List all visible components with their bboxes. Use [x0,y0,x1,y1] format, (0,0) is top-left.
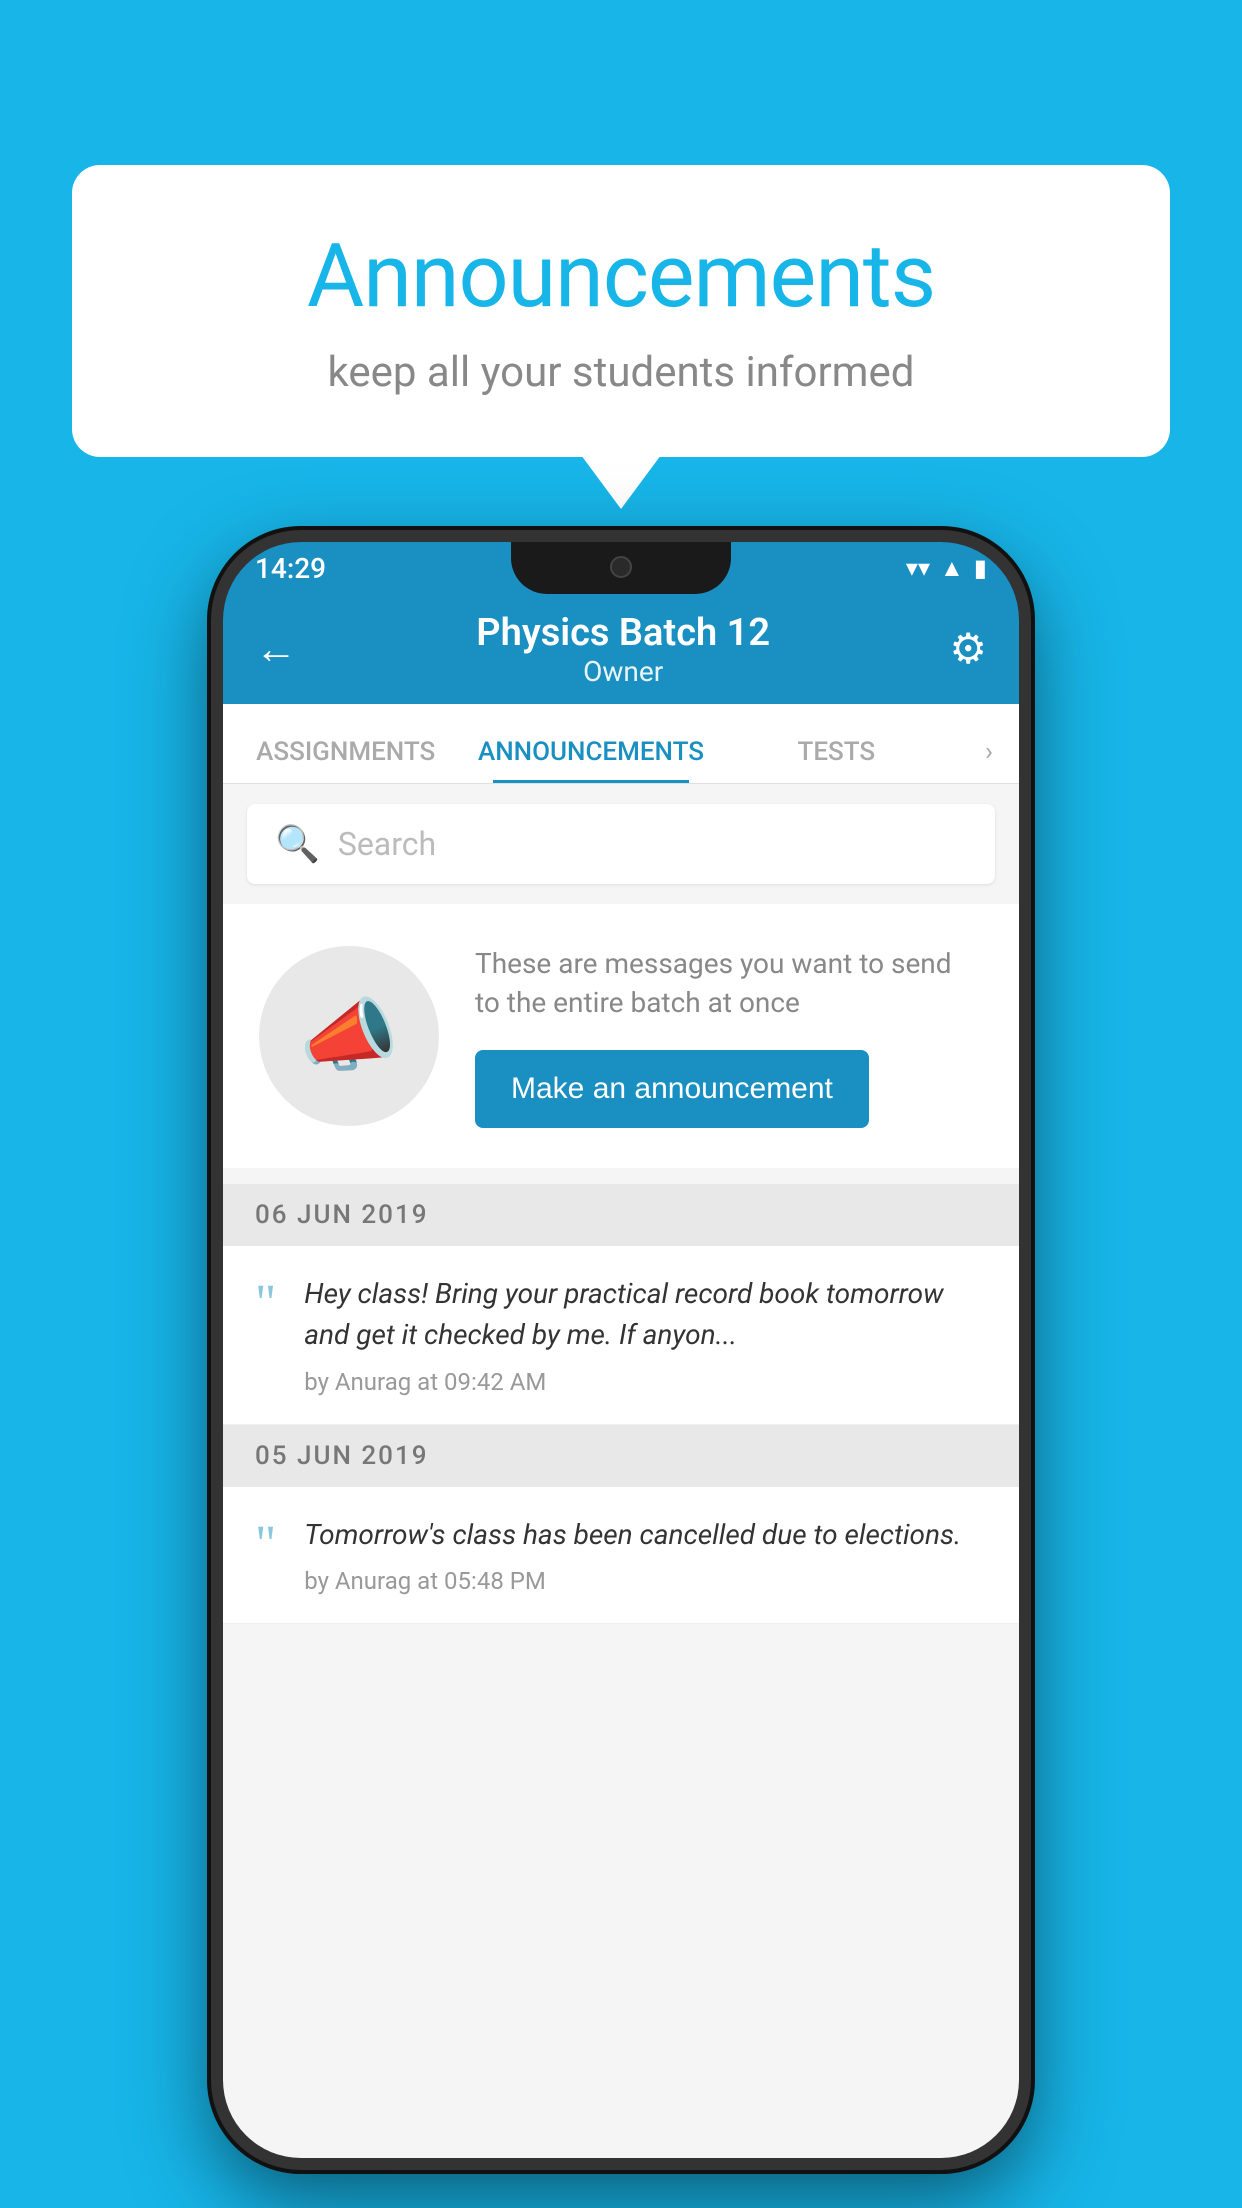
header-subtitle: Owner [476,655,770,688]
announcement-text-2: Tomorrow's class has been cancelled due … [304,1515,961,1556]
search-placeholder: Search [338,825,436,863]
announcement-content-2: Tomorrow's class has been cancelled due … [304,1515,961,1596]
announcement-item-1[interactable]: " Hey class! Bring your practical record… [223,1246,1019,1424]
phone-notch [511,542,731,594]
announcement-right: These are messages you want to send to t… [475,944,983,1128]
date-separator-1: 06 JUN 2019 [223,1184,1019,1246]
app-header: ← Physics Batch 12 Owner ⚙ [223,594,1019,704]
megaphone-icon: 📣 [299,989,399,1083]
back-button[interactable]: ← [255,625,297,674]
announcement-meta-1: by Anurag at 09:42 AM [304,1368,987,1396]
volume-down-button [211,842,217,922]
quote-icon-2: " [255,1519,276,1571]
make-announcement-button[interactable]: Make an announcement [475,1050,869,1128]
header-title: Physics Batch 12 [476,611,770,655]
announcement-prompt-card: 📣 These are messages you want to send to… [223,904,1019,1168]
volume-up-button [211,742,217,822]
quote-icon-1: " [255,1278,276,1330]
tab-announcements[interactable]: ANNOUNCEMENTS [468,737,713,783]
speech-bubble: Announcements keep all your students inf… [72,165,1170,457]
hero-section: Announcements keep all your students inf… [72,165,1170,457]
tab-more[interactable]: › [959,737,1019,783]
header-title-group: Physics Batch 12 Owner [476,611,770,688]
power-button [1025,802,1031,922]
battery-icon: ▮ [974,554,987,582]
hero-subtitle: keep all your students informed [152,348,1090,397]
announcement-description: These are messages you want to send to t… [475,944,983,1022]
settings-icon[interactable]: ⚙ [949,624,987,674]
camera-cutout [610,556,632,578]
announcement-item-2[interactable]: " Tomorrow's class has been cancelled du… [223,1487,1019,1625]
phone-shell: 14:29 ▾▾ ▲ ▮ ← Physics Batch 12 Owner ⚙ … [211,530,1031,2170]
tab-assignments[interactable]: ASSIGNMENTS [223,737,468,783]
megaphone-circle: 📣 [259,946,439,1126]
content-area: 🔍 Search 📣 These are messages you want t… [223,784,1019,2158]
phone-mockup: 14:29 ▾▾ ▲ ▮ ← Physics Batch 12 Owner ⚙ … [211,530,1031,2170]
announcement-meta-2: by Anurag at 05:48 PM [304,1567,961,1595]
search-bar[interactable]: 🔍 Search [247,804,995,884]
tab-tests[interactable]: TESTS [714,737,959,783]
status-time: 14:29 [255,552,326,585]
status-icons: ▾▾ ▲ ▮ [906,554,987,583]
signal-icon: ▲ [940,554,964,583]
hero-title: Announcements [152,225,1090,328]
announcement-text-1: Hey class! Bring your practical record b… [304,1274,987,1355]
wifi-icon: ▾▾ [906,554,930,582]
announcement-content-1: Hey class! Bring your practical record b… [304,1274,987,1395]
date-separator-2: 05 JUN 2019 [223,1425,1019,1487]
tabs-container: ASSIGNMENTS ANNOUNCEMENTS TESTS › [223,704,1019,784]
search-icon: 🔍 [275,823,320,865]
